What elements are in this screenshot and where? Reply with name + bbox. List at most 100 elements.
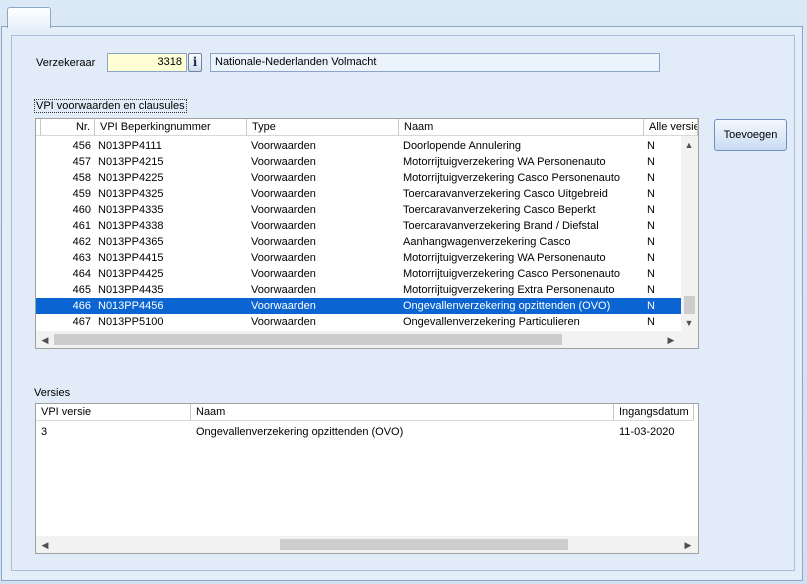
vpi-row[interactable]: 467 N013PP5100 Voorwaarden Ongevallenverzek… [36, 314, 681, 330]
scroll-up-icon[interactable]: ▲ [682, 138, 696, 152]
vpi-naam: Motorrijtuigverzekering Casco Personenau… [403, 268, 621, 280]
col-naam-header[interactable]: Naam [399, 119, 644, 136]
col-alle-versie-header[interactable]: Alle versie [644, 119, 698, 136]
vpi-naam: Toercaravanverzekering Brand / Diefstal [403, 220, 599, 232]
scroll-right-icon[interactable]: ▶ [681, 538, 695, 552]
col-versie-naam-header[interactable]: Naam [191, 404, 614, 421]
verzekeraar-name-field: Nationale-Nederlanden Volmacht [210, 53, 660, 72]
vpi-row[interactable]: 456 N013PP4111 Voorwaarden Doorlopende Annu… [36, 138, 681, 154]
vpi-naam: Toercaravanverzekering Casco Beperkt [403, 204, 596, 216]
vpi-code: N013PP4335 [98, 204, 164, 216]
scroll-down-icon[interactable]: ▼ [682, 316, 696, 330]
col-type-header[interactable]: Type [247, 119, 399, 136]
scroll-left-icon[interactable]: ◀ [38, 538, 52, 552]
vpi-row[interactable]: 461 N013PP4338 Voorwaarden Toercaravanverze… [36, 218, 681, 234]
scroll-left-icon[interactable]: ◀ [38, 333, 52, 347]
vpi-nr: 465 [72, 284, 91, 296]
vpi-alle-versie: N [647, 252, 655, 264]
verzekeraar-label: Verzekeraar [36, 57, 96, 69]
vpi-type: Voorwaarden [251, 300, 316, 312]
scroll-right-icon[interactable]: ▶ [664, 333, 678, 347]
vpi-type: Voorwaarden [251, 188, 316, 200]
vpi-nr: 461 [72, 220, 91, 232]
col-beperkingnummer-header[interactable]: VPI Beperkingnummer [95, 119, 247, 136]
vpi-nr: 458 [72, 172, 91, 184]
versies-hscroll-thumb[interactable] [280, 539, 568, 550]
vpi-naam: Motorrijtuigverzekering WA Personenauto [403, 156, 606, 168]
vpi-naam: Aanhangwagenverzekering Casco [403, 236, 571, 248]
vpi-horizontal-scrollbar[interactable]: ◀ ▶ [36, 331, 681, 348]
vpi-nr: 459 [72, 188, 91, 200]
verzekeraar-code-field[interactable]: 3318 [107, 53, 187, 72]
vpi-hscroll-thumb[interactable] [54, 334, 562, 345]
versie-naam: Ongevallenverzekering opzittenden (OVO) [196, 426, 404, 438]
toevoegen-button[interactable]: Toevoegen [714, 119, 787, 151]
vpi-alle-versie: N [647, 236, 655, 248]
vpi-type: Voorwaarden [251, 252, 316, 264]
vpi-code: N013PP4325 [98, 188, 164, 200]
versies-section-title: Versies [34, 387, 71, 399]
vpi-type: Voorwaarden [251, 204, 316, 216]
vpi-code: N013PP4225 [98, 172, 164, 184]
vpi-type: Voorwaarden [251, 172, 316, 184]
scrollbar-corner [681, 331, 698, 348]
vpi-vscroll-thumb[interactable] [684, 296, 695, 314]
tab-main[interactable] [7, 7, 51, 28]
vpi-nr: 462 [72, 236, 91, 248]
vpi-naam: Motorrijtuigverzekering Extra Personenau… [403, 284, 615, 296]
vpi-code: N013PP4365 [98, 236, 164, 248]
vpi-section-title: VPI voorwaarden en clausules [34, 99, 187, 113]
vpi-nr: 463 [72, 252, 91, 264]
vpi-nr: 466 [72, 300, 91, 312]
versies-horizontal-scrollbar[interactable]: ◀ ▶ [36, 536, 698, 553]
vpi-alle-versie: N [647, 268, 655, 280]
vpi-type: Voorwaarden [251, 284, 316, 296]
vpi-nr: 456 [72, 140, 91, 152]
vpi-alle-versie: N [647, 188, 655, 200]
vpi-naam: Toercaravanverzekering Casco Uitgebreid [403, 188, 608, 200]
vpi-alle-versie: N [647, 172, 655, 184]
vpi-grid[interactable]: Nr. VPI Beperkingnummer Type Naam Alle v… [35, 118, 699, 349]
vpi-row[interactable]: 460 N013PP4335 Voorwaarden Toercaravanverze… [36, 202, 681, 218]
vpi-row[interactable]: 465 N013PP4435 Voorwaarden Motorrijtuigverz… [36, 282, 681, 298]
versies-grid-header: VPI versie Naam Ingangsdatum [36, 404, 698, 421]
vpi-alle-versie: N [647, 300, 655, 312]
vpi-type: Voorwaarden [251, 268, 316, 280]
versie-row[interactable]: 3 Ongevallenverzekering opzittenden (OVO… [36, 424, 698, 440]
vpi-alle-versie: N [647, 156, 655, 168]
vpi-grid-header: Nr. VPI Beperkingnummer Type Naam Alle v… [36, 119, 698, 136]
col-ingangsdatum-header[interactable]: Ingangsdatum [614, 404, 694, 421]
versie-number: 3 [41, 426, 48, 438]
vpi-row[interactable]: 457 N013PP4215 Voorwaarden Motorrijtuigverz… [36, 154, 681, 170]
vpi-code: N013PP4215 [98, 156, 164, 168]
vpi-row[interactable]: 459 N013PP4325 Voorwaarden Toercaravanverze… [36, 186, 681, 202]
vpi-code: N013PP4338 [98, 220, 164, 232]
vpi-nr: 457 [72, 156, 91, 168]
vpi-alle-versie: N [647, 140, 655, 152]
col-vpi-versie-header[interactable]: VPI versie [36, 404, 191, 421]
vpi-code: N013PP4435 [98, 284, 164, 296]
vpi-alle-versie: N [647, 316, 655, 328]
vpi-row[interactable]: 463 N013PP4415 Voorwaarden Motorrijtuigverz… [36, 250, 681, 266]
vpi-type: Voorwaarden [251, 236, 316, 248]
vpi-type: Voorwaarden [251, 316, 316, 328]
vpi-code: N013PP4415 [98, 252, 164, 264]
vpi-nr: 464 [72, 268, 91, 280]
vpi-row[interactable]: 458 N013PP4225 Voorwaarden Motorrijtuigverz… [36, 170, 681, 186]
vpi-row[interactable]: 466 N013PP4456 Voorwaarden Ongevallenverzek… [36, 298, 681, 314]
vpi-code: N013PP4425 [98, 268, 164, 280]
versie-ingangsdatum: 11-03-2020 [619, 426, 675, 438]
vpi-code: N013PP4111 [98, 140, 162, 152]
vpi-vertical-scrollbar[interactable]: ▲ ▼ [681, 136, 698, 331]
vpi-code: N013PP4456 [98, 300, 164, 312]
col-nr-header[interactable]: Nr. [41, 119, 95, 136]
info-button[interactable]: i [188, 53, 202, 72]
vpi-type: Voorwaarden [251, 220, 316, 232]
vpi-row[interactable]: 462 N013PP4365 Voorwaarden Aanhangwagenverz… [36, 234, 681, 250]
versies-grid[interactable]: VPI versie Naam Ingangsdatum 3 Ongevalle… [35, 403, 699, 554]
vpi-code: N013PP5100 [98, 316, 164, 328]
vpi-row[interactable]: 464 N013PP4425 Voorwaarden Motorrijtuigverz… [36, 266, 681, 282]
vpi-nr: 460 [72, 204, 91, 216]
vpi-alle-versie: N [647, 204, 655, 216]
vpi-alle-versie: N [647, 220, 655, 232]
